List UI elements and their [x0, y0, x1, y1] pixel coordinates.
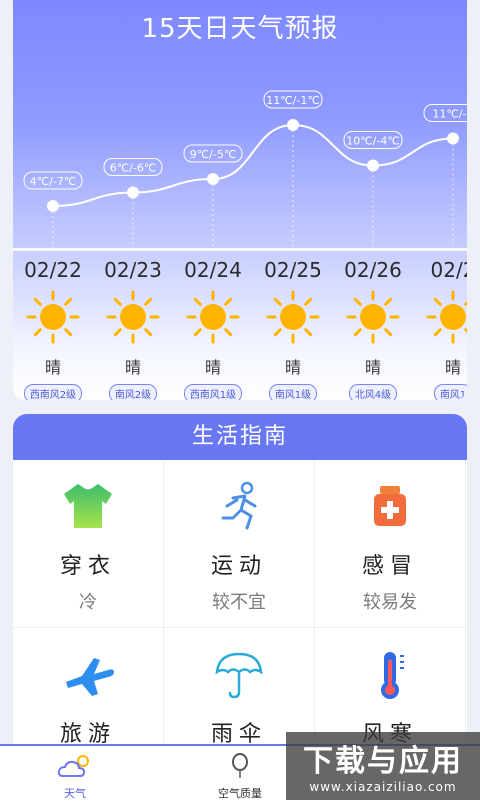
- life-guide-item[interactable]: 感冒 较易发: [315, 460, 466, 628]
- life-guide-item-value: 冷: [79, 592, 97, 613]
- forecast-day[interactable]: 02/2 晴 南风1: [413, 252, 467, 400]
- sun-icon: [266, 290, 320, 344]
- forecast-day[interactable]: 02/24 晴 西南风1级: [173, 252, 253, 400]
- forecast-day[interactable]: 02/25 晴 南风1级: [253, 252, 333, 400]
- temperature-point: [47, 200, 59, 212]
- sun-icon: [26, 290, 80, 344]
- day-wind-badge: 南风1: [433, 384, 467, 400]
- day-date: 02/22: [24, 258, 82, 282]
- day-wind-badge: 西南风2级: [23, 384, 83, 400]
- life-guide-card: 生活指南 穿衣 冷 运动 较不宜 感冒 较易发 旅游 雨伞 风寒: [13, 414, 467, 754]
- day-date: 02/2: [430, 258, 467, 282]
- tab-weather[interactable]: 天气: [25, 752, 125, 801]
- forecast-divider: [13, 248, 467, 251]
- temperature-point: [367, 159, 379, 172]
- medicine-icon: [374, 486, 406, 526]
- forecast-day[interactable]: 02/22 晴 西南风2级: [13, 252, 93, 400]
- sun-icon: [346, 290, 400, 344]
- temperature-point: [287, 119, 299, 131]
- forecast-card: 4℃/-7℃ 6℃/-6℃ 9℃/-5℃ 11℃/-1℃ 10℃/-4℃ 11℃/-2 1…: [13, 0, 467, 400]
- forecast-day[interactable]: 02/23 晴 南风2级: [93, 252, 173, 400]
- airplane-icon: [66, 658, 114, 696]
- temp-label: 11℃/-1℃: [266, 94, 319, 107]
- day-wind-badge: 南风1级: [268, 384, 318, 400]
- balloon-icon: [232, 753, 248, 778]
- umbrella-icon: [215, 652, 263, 699]
- sun-icon: [106, 290, 160, 344]
- thermometer-icon: [381, 652, 404, 699]
- sun-icon: [186, 290, 240, 344]
- watermark: 下载与应用 www.xiazaiziliao.com: [286, 732, 480, 800]
- forecast-day[interactable]: 02/26 晴 北风4级: [333, 252, 413, 400]
- life-guide-item-name: 穿衣: [59, 554, 116, 579]
- day-condition: 晴: [124, 358, 141, 377]
- temperature-point: [207, 173, 219, 185]
- forecast-days[interactable]: 02/22 晴 西南风2级 02/23 晴 南风2级 02/24 晴 西南风1级 02…: [13, 252, 467, 400]
- temp-label: 4℃/-7℃: [30, 175, 76, 188]
- temp-label: 6℃/-6℃: [110, 162, 156, 175]
- tab-air-quality[interactable]: 空气质量: [190, 752, 290, 801]
- temp-label: 10℃/-4℃: [346, 135, 399, 148]
- shirt-icon: [64, 484, 112, 528]
- day-date: 02/24: [184, 258, 242, 282]
- life-guide-item[interactable]: 穿衣 冷: [13, 460, 164, 628]
- life-guide-title: 生活指南: [13, 414, 467, 460]
- cloud-sun-icon: [57, 755, 89, 777]
- tab-air-quality-label: 空气质量: [218, 787, 262, 800]
- temperature-point: [447, 132, 459, 145]
- day-condition: 晴: [364, 358, 381, 377]
- temperature-point: [127, 186, 139, 199]
- day-condition: 晴: [44, 358, 61, 377]
- day-wind-badge: 北风4级: [348, 384, 398, 400]
- sun-icon: [426, 290, 467, 344]
- life-guide-item-value: 较易发: [363, 592, 417, 613]
- day-condition: 晴: [204, 358, 221, 377]
- running-icon: [221, 481, 257, 530]
- watermark-url: www.xiazaiziliao.com: [309, 780, 457, 794]
- page-title: 15天日天气预报: [141, 14, 339, 44]
- life-guide-item-value: 较不宜: [212, 592, 266, 613]
- watermark-title: 下载与应用: [303, 744, 463, 779]
- life-guide-item[interactable]: 运动 较不宜: [164, 460, 315, 628]
- day-date: 02/23: [104, 258, 162, 282]
- day-date: 02/26: [344, 258, 402, 282]
- tab-weather-label: 天气: [64, 787, 86, 800]
- life-guide-item[interactable]: 旅游: [13, 628, 164, 754]
- temp-label: 9℃/-5℃: [190, 148, 236, 161]
- day-wind-badge: 西南风1级: [183, 384, 243, 400]
- day-condition: 晴: [444, 358, 461, 377]
- life-guide-item-name: 感冒: [361, 554, 418, 579]
- day-condition: 晴: [284, 358, 301, 377]
- day-date: 02/25: [264, 258, 322, 282]
- temp-label: 11℃/-2: [432, 108, 467, 121]
- life-guide-item-name: 运动: [210, 554, 267, 579]
- day-wind-badge: 南风2级: [108, 384, 158, 400]
